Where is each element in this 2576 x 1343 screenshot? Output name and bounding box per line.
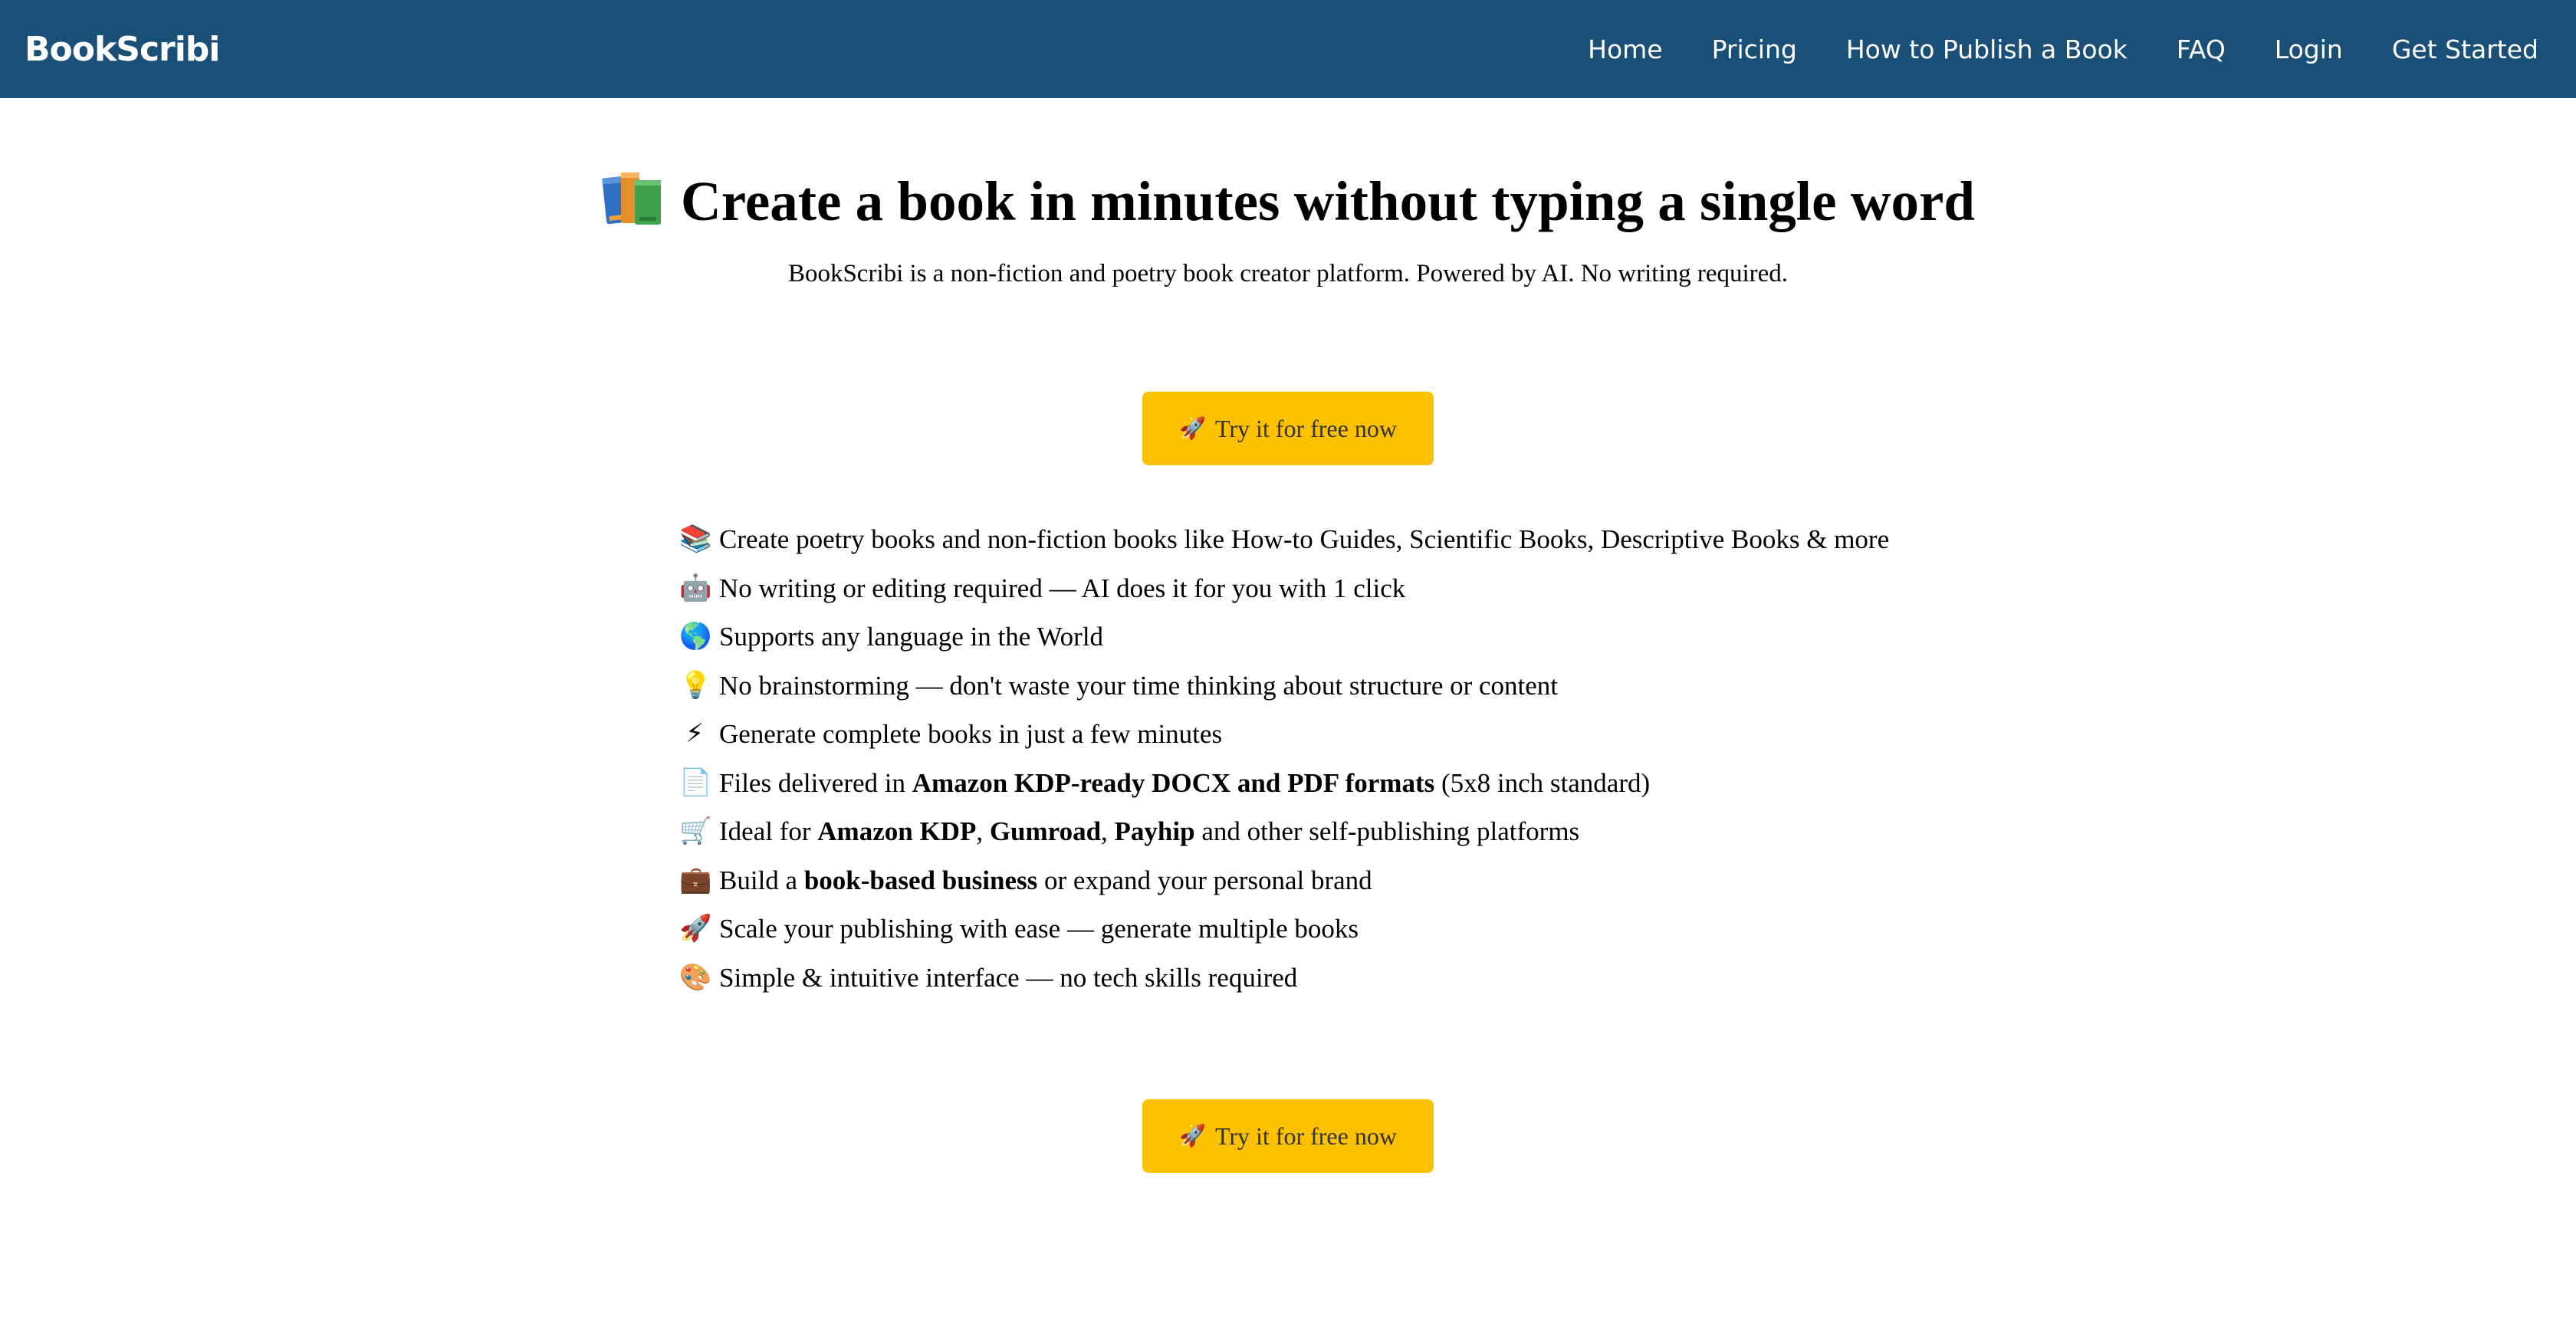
document-icon: 📄 [679, 767, 712, 798]
try-free-button-label: Try it for free now [1214, 1121, 1397, 1150]
nav-links: Home Pricing How to Publish a Book FAQ L… [1539, 34, 2538, 64]
feature-item-any-language: 🌎 Supports any language in the World [679, 612, 1983, 662]
rocket-icon: 🚀 [679, 913, 712, 944]
shopping-cart-icon: 🛒 [679, 816, 712, 846]
nav-link-how-to-publish[interactable]: How to Publish a Book [1846, 34, 2128, 64]
nav-link-home[interactable]: Home [1588, 34, 1662, 64]
feature-item-platforms: 🛒 Ideal for Amazon KDP, Gumroad, Payhip … [679, 807, 1983, 856]
feature-item-fast-generation: ⚡ Generate complete books in just a few … [679, 710, 1983, 759]
feature-list: 📚 Create poetry books and non-fiction bo… [679, 515, 1983, 1002]
robot-icon: 🤖 [679, 572, 712, 603]
page-title: Create a book in minutes without typing … [0, 163, 2576, 240]
top-navbar: BookScribi Home Pricing How to Publish a… [0, 0, 2576, 98]
rocket-icon: 🚀 [1179, 1125, 1206, 1148]
nav-link-faq[interactable]: FAQ [2177, 34, 2226, 64]
books-icon: 📚 [679, 524, 712, 554]
lightbulb-icon: 💡 [679, 669, 712, 701]
globe-icon: 🌎 [679, 621, 712, 652]
feature-item-file-formats: 📄 Files delivered in Amazon KDP-ready DO… [679, 759, 1983, 808]
feature-item-business: 💼 Build a book-based business or expand … [679, 856, 1983, 905]
brand-logo[interactable]: BookScribi [25, 30, 220, 69]
feature-item-no-writing: 🤖 No writing or editing required — AI do… [679, 564, 1983, 613]
books-icon [602, 172, 662, 225]
rocket-icon: 🚀 [1179, 417, 1206, 441]
feature-item-simple-interface: 🎨 Simple & intuitive interface — no tech… [679, 954, 1983, 1003]
feature-item-scale: 🚀 Scale your publishing with ease — gene… [679, 905, 1983, 954]
nav-link-pricing[interactable]: Pricing [1712, 34, 1797, 64]
nav-link-login[interactable]: Login [2275, 34, 2343, 64]
lightning-icon: ⚡ [685, 718, 704, 749]
briefcase-icon: 💼 [679, 864, 712, 895]
hero-subtitle: BookScribi is a non-fiction and poetry b… [787, 260, 1789, 287]
feature-item-poetry-books: 📚 Create poetry books and non-fiction bo… [679, 515, 1983, 564]
try-free-button-label: Try it for free now [1214, 414, 1397, 442]
nav-link-get-started[interactable]: Get Started [2392, 34, 2538, 64]
hero-title-text: Create a book in minutes without typing … [681, 170, 1975, 232]
feature-item-no-brainstorming: 💡 No brainstorming — don't waste your ti… [679, 662, 1983, 711]
try-free-button-bottom[interactable]: 🚀 Try it for free now [1142, 1099, 1434, 1173]
palette-icon: 🎨 [679, 961, 712, 993]
try-free-button-top[interactable]: 🚀 Try it for free now [1142, 392, 1434, 465]
